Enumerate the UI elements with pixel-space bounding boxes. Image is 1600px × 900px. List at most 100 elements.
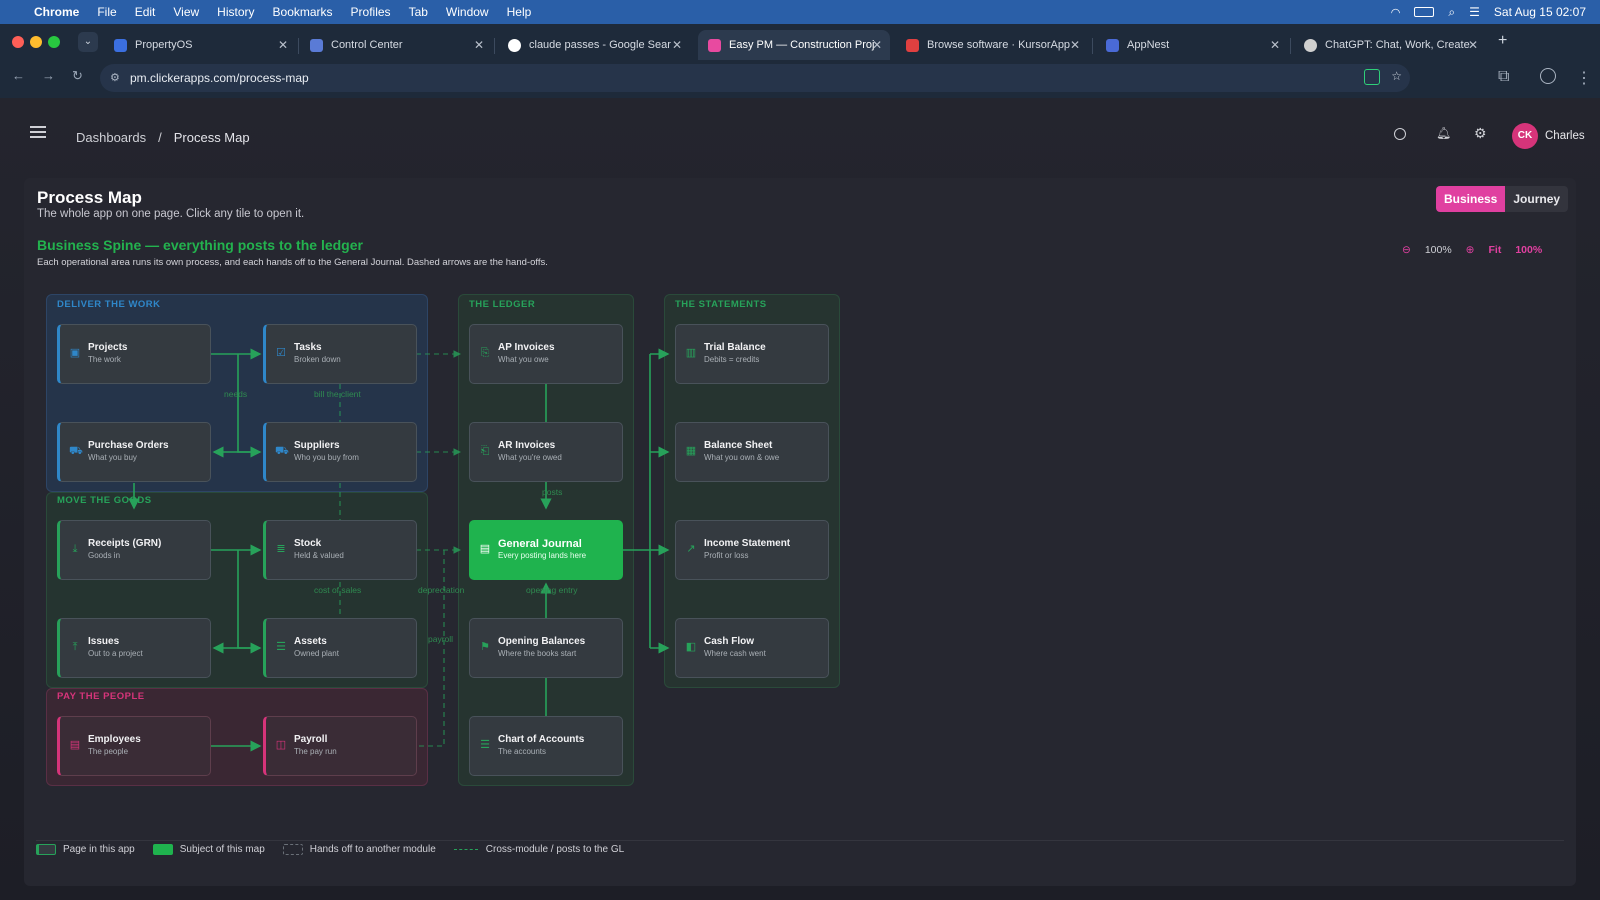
tile-cash-flow[interactable]: ◧ Cash Flow Where cash went <box>675 618 829 678</box>
tile-balance-sheet[interactable]: ▦ Balance Sheet What you own & owe <box>675 422 829 482</box>
app-root: Dashboards / Process Map 🔔︎ ⚙ CK Charles… <box>0 98 1600 900</box>
tile-subtitle: What you buy <box>88 453 137 462</box>
close-window-button[interactable] <box>12 36 24 48</box>
chrome-menu-icon[interactable]: ⋮ <box>1576 68 1592 88</box>
tile-issues[interactable]: ⤒ Issues Out to a project <box>57 618 211 678</box>
menu-file[interactable]: File <box>97 5 116 19</box>
tile-subtitle: Debits = credits <box>704 355 760 364</box>
tab-google-search[interactable]: claude passes - Google Sear ✕ <box>498 30 690 60</box>
close-tab-icon[interactable]: ✕ <box>1270 38 1280 52</box>
menu-view[interactable]: View <box>173 5 199 19</box>
legend-swatch-handoff <box>282 844 303 855</box>
profile-icon[interactable] <box>1540 68 1556 84</box>
wifi-icon[interactable]: ◠ <box>1391 6 1401 19</box>
menu-history[interactable]: History <box>217 5 254 19</box>
tile-payroll[interactable]: ◫ Payroll The pay run <box>263 716 417 776</box>
maximize-window-button[interactable] <box>48 36 60 48</box>
checkbox-icon: ☑ <box>276 347 286 359</box>
tile-assets[interactable]: ☰ Assets Owned plant <box>263 618 417 678</box>
tab-title: Control Center <box>331 39 403 51</box>
tab-control-center[interactable]: Control Center ✕ <box>300 30 492 60</box>
menu-help[interactable]: Help <box>507 5 532 19</box>
tile-stock[interactable]: ≣ Stock Held & valued <box>263 520 417 580</box>
tab-search-button[interactable]: ⌄ <box>78 32 98 52</box>
list-icon: ☰ <box>480 739 490 751</box>
tab-kursorapp[interactable]: Browse software · KursorApp ✕ <box>896 30 1088 60</box>
menubar-clock[interactable]: Sat Aug 15 02:07 <box>1494 5 1586 19</box>
notifications-bell-icon[interactable]: 🔔︎ <box>1436 126 1451 140</box>
menu-bookmarks[interactable]: Bookmarks <box>273 5 333 19</box>
menu-edit[interactable]: Edit <box>135 5 156 19</box>
tile-title: Assets <box>294 636 327 647</box>
tile-title: Employees <box>88 734 141 745</box>
avatar[interactable]: CK <box>1512 123 1538 149</box>
spotlight-search-icon[interactable]: ⌕ <box>1448 5 1455 20</box>
tile-subtitle: Owned plant <box>294 649 339 658</box>
control-center-icon[interactable]: ☰ <box>1469 5 1480 19</box>
tile-income-statement[interactable]: ↗ Income Statement Profit or loss <box>675 520 829 580</box>
control-center-favicon-icon <box>310 38 323 52</box>
tile-opening-balances[interactable]: ⚑ Opening Balances Where the books start <box>469 618 623 678</box>
tab-chatgpt[interactable]: ChatGPT: Chat, Work, Create ✕ <box>1294 30 1486 60</box>
download-icon: ⤓ <box>72 543 78 555</box>
menu-app-name[interactable]: Chrome <box>34 5 79 19</box>
tile-ar-invoices[interactable]: ⎗ AR Invoices What you're owed <box>469 422 623 482</box>
tile-title: Income Statement <box>704 538 791 549</box>
tile-general-journal[interactable]: ▤ General Journal Every posting lands here <box>469 520 623 580</box>
cart-icon: ⛟ <box>69 445 83 457</box>
tile-purchase-orders[interactable]: ⛟ Purchase Orders What you buy <box>57 422 211 482</box>
tile-title: Payroll <box>294 734 328 745</box>
tile-subtitle: What you owe <box>498 355 549 364</box>
tab-propertyos[interactable]: PropertyOS ✕ <box>104 30 296 60</box>
tile-chart-of-accounts[interactable]: ☰ Chart of Accounts The accounts <box>469 716 623 776</box>
tile-suppliers[interactable]: ⛟ Suppliers Who you buy from <box>263 422 417 482</box>
breadcrumb-dashboards[interactable]: Dashboards <box>76 130 146 145</box>
tile-trial-balance[interactable]: ▥ Trial Balance Debits = credits <box>675 324 829 384</box>
close-tab-icon[interactable]: ✕ <box>278 38 288 52</box>
tab-easy-pm[interactable]: Easy PM — Construction Proj ✕ <box>698 30 890 60</box>
tile-title: AR Invoices <box>498 440 556 451</box>
minimize-window-button[interactable] <box>30 36 42 48</box>
tile-projects[interactable]: ▣ Projects The work <box>57 324 211 384</box>
tile-title: Cash Flow <box>704 636 755 647</box>
install-app-icon[interactable] <box>1364 69 1380 85</box>
tab-appnest[interactable]: AppNest ✕ <box>1096 30 1288 60</box>
tile-employees[interactable]: ▤ Employees The people <box>57 716 211 776</box>
tile-ap-invoices[interactable]: ⎘ AP Invoices What you owe <box>469 324 623 384</box>
hamburger-menu-icon[interactable] <box>30 126 46 138</box>
back-icon[interactable]: ← <box>12 68 25 83</box>
close-tab-icon[interactable]: ✕ <box>474 38 484 52</box>
address-bar[interactable]: ⚙ pm.clickerapps.com/process-map ☆ <box>100 64 1410 92</box>
edge-label-cost-of-sales: cost of sales <box>314 585 362 595</box>
menu-window[interactable]: Window <box>446 5 489 19</box>
extensions-icon[interactable]: ⧉ <box>1498 68 1509 86</box>
tile-subtitle: Every posting lands here <box>498 551 587 560</box>
legend-swatch-page <box>36 844 56 855</box>
close-tab-icon[interactable]: ✕ <box>872 38 882 52</box>
search-icon[interactable] <box>1394 128 1406 140</box>
bookmark-star-icon[interactable]: ☆ <box>1391 69 1402 83</box>
tab-title: AppNest <box>1127 39 1170 51</box>
close-tab-icon[interactable]: ✕ <box>1070 38 1080 52</box>
forward-icon[interactable]: → <box>42 68 55 83</box>
menu-tab[interactable]: Tab <box>409 5 428 19</box>
truck-icon: ⛟ <box>275 445 289 457</box>
reload-icon[interactable]: ↻ <box>72 68 83 84</box>
close-tab-icon[interactable]: ✕ <box>672 38 682 52</box>
battery-icon[interactable] <box>1414 7 1435 17</box>
close-tab-icon[interactable]: ✕ <box>1468 38 1478 52</box>
tile-receipts-grn[interactable]: ⤓ Receipts (GRN) Goods in <box>57 520 211 580</box>
menu-profiles[interactable]: Profiles <box>351 5 391 19</box>
easy-pm-favicon-icon <box>708 38 721 52</box>
settings-gear-icon[interactable]: ⚙ <box>1474 125 1487 142</box>
legend-subject: Subject of this map <box>179 844 265 855</box>
tile-title: AP Invoices <box>498 342 555 353</box>
tile-tasks[interactable]: ☑ Tasks Broken down <box>263 324 417 384</box>
site-info-icon[interactable]: ⚙ <box>110 71 120 84</box>
tab-title: ChatGPT: Chat, Work, Create <box>1325 39 1470 51</box>
user-name[interactable]: Charles <box>1545 130 1585 142</box>
new-tab-button[interactable]: + <box>1498 32 1507 50</box>
tab-title: claude passes - Google Sear <box>529 39 671 51</box>
tab-title: Browse software · KursorApp <box>927 39 1071 51</box>
bar-chart-icon: ▦ <box>685 445 697 457</box>
